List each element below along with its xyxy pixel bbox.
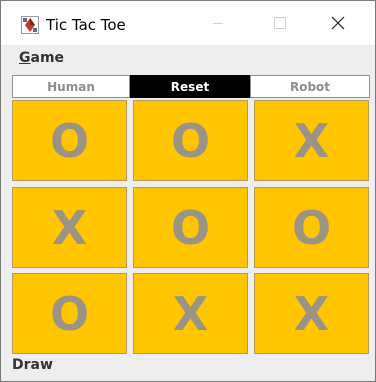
close-button[interactable] <box>315 1 361 45</box>
board-cell-4[interactable]: X <box>12 187 127 268</box>
board-cell-9[interactable]: X <box>254 273 369 354</box>
menu-game-label: ame <box>30 50 65 66</box>
window-title: Tic Tac Toe <box>46 16 126 34</box>
board-cell-2[interactable]: O <box>133 100 248 181</box>
app-window: Tic Tac Toe Game Human Reset Robot O O X… <box>0 0 376 382</box>
board-cell-1[interactable]: O <box>12 100 127 181</box>
board-cell-7[interactable]: O <box>12 273 127 354</box>
maximize-icon <box>274 17 286 29</box>
reset-button[interactable]: Reset <box>130 75 250 98</box>
minimize-button[interactable] <box>195 1 241 45</box>
title-bar: Tic Tac Toe <box>1 1 375 45</box>
player-toolbar: Human Reset Robot <box>12 75 370 98</box>
board-cell-3[interactable]: X <box>254 100 369 181</box>
menu-bar: Game <box>1 45 375 69</box>
maximize-button[interactable] <box>257 1 303 45</box>
board-cell-5[interactable]: O <box>133 187 248 268</box>
board-cell-8[interactable]: X <box>133 273 248 354</box>
minimize-icon <box>213 23 223 24</box>
robot-button[interactable]: Robot <box>250 75 370 98</box>
game-panel: Human Reset Robot O O X X O O O X X Draw <box>1 69 375 381</box>
board-cell-6[interactable]: O <box>254 187 369 268</box>
tic-tac-toe-app-icon <box>21 16 39 34</box>
menu-game[interactable]: Game <box>19 50 64 66</box>
menu-game-mnemonic: G <box>19 50 31 66</box>
close-icon <box>331 16 345 30</box>
human-button[interactable]: Human <box>12 75 130 98</box>
game-status: Draw <box>12 357 53 373</box>
